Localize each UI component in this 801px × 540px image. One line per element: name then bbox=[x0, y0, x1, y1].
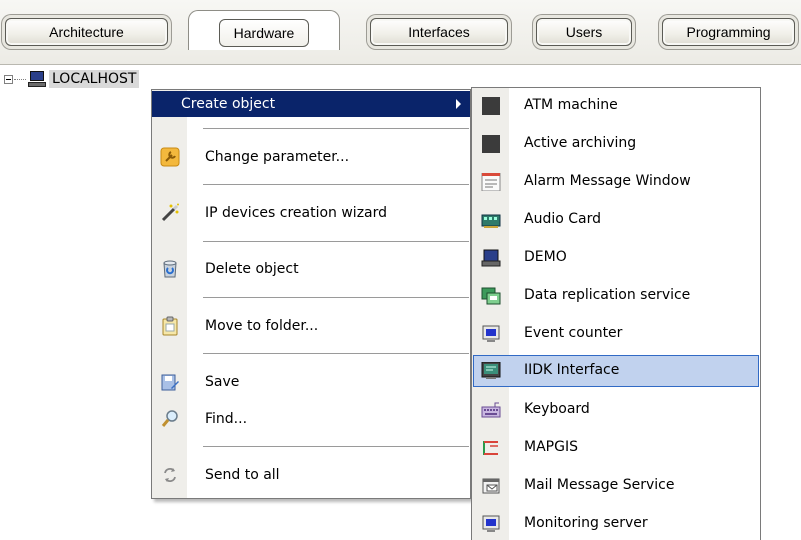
submenu-item-audio-card[interactable]: Audio Card bbox=[473, 204, 759, 236]
tab-label: Users bbox=[565, 24, 603, 40]
replication-icon bbox=[481, 287, 501, 305]
menu-item-label: Change parameter... bbox=[205, 149, 350, 165]
menu-separator bbox=[203, 184, 469, 186]
submenu-item-iidk-interface[interactable]: IIDK Interface bbox=[473, 355, 759, 387]
clipboard-folder-icon bbox=[160, 316, 180, 336]
tab-label: Programming bbox=[686, 24, 771, 40]
laptop-icon bbox=[481, 249, 501, 267]
submenu-item-label: DEMO bbox=[524, 249, 567, 265]
refresh-arrows-icon bbox=[160, 465, 180, 485]
submenu-item-alarm-message-window[interactable]: Alarm Message Window bbox=[473, 166, 759, 198]
dark-square-icon bbox=[481, 97, 501, 115]
menu-item-send-to-all[interactable]: Send to all bbox=[152, 460, 470, 490]
submenu-item-label: Mail Message Service bbox=[524, 477, 675, 493]
tree-root-label[interactable]: LOCALHOST bbox=[49, 70, 140, 88]
menu-item-label: Delete object bbox=[205, 261, 299, 277]
tab-users[interactable]: Users bbox=[536, 18, 632, 46]
tab-programming[interactable]: Programming bbox=[662, 18, 795, 46]
wrench-icon bbox=[160, 147, 180, 167]
submenu-item-keyboard[interactable]: Keyboard bbox=[473, 394, 759, 426]
dark-square-icon bbox=[481, 135, 501, 153]
submenu-item-monitoring-server[interactable]: Monitoring server bbox=[473, 508, 759, 540]
interface-monitor-icon bbox=[481, 361, 501, 380]
menu-item-change-parameter[interactable]: Change parameter... bbox=[152, 142, 470, 172]
menu-item-ip-wizard[interactable]: IP devices creation wizard bbox=[152, 198, 470, 228]
tree-connector bbox=[14, 78, 26, 80]
mail-service-icon bbox=[481, 477, 501, 495]
submenu-item-label: Audio Card bbox=[524, 211, 601, 227]
context-menu: Create object Change parameter... IP dev… bbox=[151, 89, 471, 499]
submenu-item-label: Active archiving bbox=[524, 135, 637, 151]
menu-item-label: IP devices creation wizard bbox=[205, 205, 388, 221]
create-object-submenu: ATM machine Active archiving Alarm Messa… bbox=[471, 87, 761, 540]
menu-item-label: Find... bbox=[205, 411, 248, 427]
tree-root-node[interactable]: LOCALHOST bbox=[4, 69, 140, 89]
submenu-item-label: Alarm Message Window bbox=[524, 173, 691, 189]
tab-bar: Architecture Hardware Interfaces Users P… bbox=[0, 0, 801, 65]
menu-item-create-object[interactable]: Create object bbox=[152, 91, 470, 117]
tab-architecture[interactable]: Architecture bbox=[5, 18, 168, 46]
submenu-item-label: Data replication service bbox=[524, 287, 691, 303]
tab-label: Architecture bbox=[49, 24, 124, 40]
submenu-item-label: Keyboard bbox=[524, 401, 590, 417]
submenu-item-mapgis[interactable]: MAPGIS bbox=[473, 432, 759, 464]
submenu-item-mail-message-service[interactable]: Mail Message Service bbox=[473, 470, 759, 502]
menu-item-move-to-folder[interactable]: Move to folder... bbox=[152, 311, 470, 341]
menu-item-delete-object[interactable]: Delete object bbox=[152, 254, 470, 284]
submenu-item-label: MAPGIS bbox=[524, 439, 578, 455]
submenu-item-label: Event counter bbox=[524, 325, 623, 341]
magic-wand-icon bbox=[160, 203, 180, 223]
submenu-item-demo[interactable]: DEMO bbox=[473, 242, 759, 274]
tab-label: Hardware bbox=[233, 25, 295, 41]
tab-label: Interfaces bbox=[408, 24, 470, 40]
menu-separator bbox=[203, 128, 469, 130]
submenu-item-event-counter[interactable]: Event counter bbox=[473, 318, 759, 350]
tab-hardware[interactable]: Hardware bbox=[188, 10, 340, 50]
menu-separator bbox=[203, 446, 469, 448]
menu-item-find[interactable]: Find... bbox=[152, 404, 470, 434]
map-frame-icon bbox=[481, 439, 501, 457]
message-window-icon bbox=[481, 172, 501, 192]
menu-item-label: Send to all bbox=[205, 467, 280, 483]
counter-monitor-icon bbox=[481, 325, 501, 343]
computer-icon bbox=[28, 71, 46, 87]
tab-interfaces[interactable]: Interfaces bbox=[370, 18, 508, 46]
monitor-icon bbox=[481, 515, 501, 533]
menu-item-label: Save bbox=[205, 374, 240, 390]
save-icon bbox=[160, 372, 180, 392]
menu-item-label: Create object bbox=[181, 96, 276, 112]
keyboard-icon bbox=[481, 401, 501, 419]
recycle-bin-icon bbox=[160, 259, 180, 279]
menu-separator bbox=[203, 353, 469, 355]
submenu-item-label: ATM machine bbox=[524, 97, 618, 113]
submenu-item-atm-machine[interactable]: ATM machine bbox=[473, 90, 759, 122]
submenu-item-label: IIDK Interface bbox=[524, 362, 620, 378]
collapse-icon[interactable] bbox=[4, 74, 13, 84]
audio-card-icon bbox=[481, 211, 501, 229]
menu-item-save[interactable]: Save bbox=[152, 367, 470, 397]
submenu-item-label: Monitoring server bbox=[524, 515, 648, 531]
menu-item-label: Move to folder... bbox=[205, 318, 319, 334]
menu-separator bbox=[203, 241, 469, 243]
submenu-item-data-replication-service[interactable]: Data replication service bbox=[473, 280, 759, 312]
menu-separator bbox=[203, 297, 469, 299]
submenu-item-active-archiving[interactable]: Active archiving bbox=[473, 128, 759, 160]
magnifier-icon bbox=[160, 409, 180, 429]
submenu-arrow-icon bbox=[456, 99, 461, 109]
